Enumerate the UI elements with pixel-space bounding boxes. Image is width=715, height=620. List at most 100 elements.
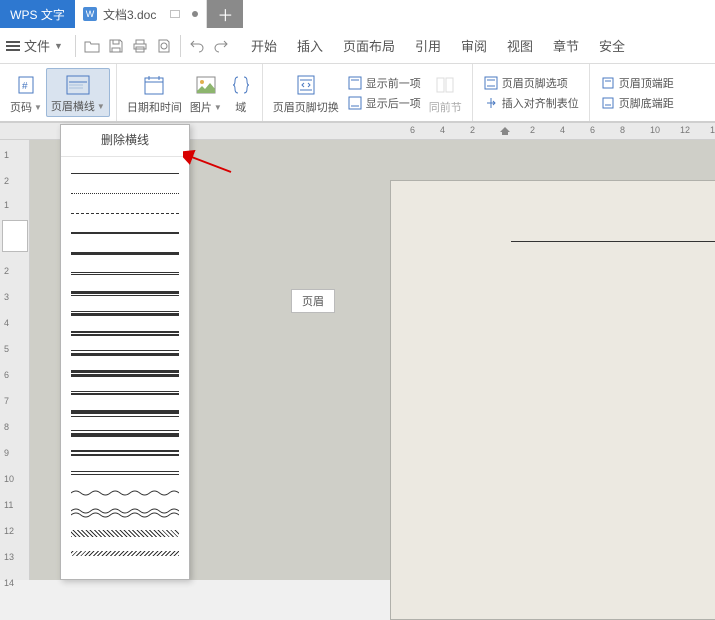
show-prev-label: 显示前一项 [366, 75, 421, 91]
ruler-number: 8 [4, 422, 9, 432]
hamburger-icon[interactable] [6, 41, 20, 51]
show-prev-icon [347, 75, 363, 91]
header-top-distance-button[interactable]: 页眉顶端距 [600, 75, 674, 91]
file-menu-caret-icon[interactable]: ▼ [54, 41, 63, 51]
dropdown-title[interactable]: 删除横线 [61, 125, 189, 157]
save-icon[interactable] [105, 35, 127, 57]
line-style-item[interactable] [71, 223, 179, 243]
indent-marker-icon[interactable] [500, 127, 510, 135]
footer-bottom-label: 页脚底端距 [619, 95, 674, 111]
header-line-icon [65, 71, 91, 98]
add-tab-area: ＋ [207, 0, 243, 28]
same-as-previous-button: 同前节 [425, 68, 466, 117]
line-style-item[interactable] [71, 343, 179, 363]
header-footer-options-label: 页眉页脚选项 [502, 75, 568, 91]
tab-start[interactable]: 开始 [251, 36, 277, 55]
print-preview-icon[interactable] [153, 35, 175, 57]
line-style-item[interactable] [71, 303, 179, 323]
line-style-item[interactable] [71, 323, 179, 343]
line-style-item[interactable] [71, 283, 179, 303]
show-prev-button[interactable]: 显示前一项 [347, 75, 421, 91]
tab-references[interactable]: 引用 [415, 36, 441, 55]
ruler-number: 2 [530, 125, 535, 135]
line-style-item[interactable] [71, 463, 179, 483]
field-label: 域 [235, 99, 246, 115]
line-style-item[interactable] [71, 363, 179, 383]
show-next-label: 显示后一项 [366, 95, 421, 111]
print-icon[interactable] [129, 35, 151, 57]
line-style-item[interactable] [71, 163, 179, 183]
ruler-marker-icon[interactable] [2, 220, 28, 252]
tab-review[interactable]: 审阅 [461, 36, 487, 55]
doc-icon: W [83, 7, 97, 21]
show-next-icon [347, 95, 363, 111]
picture-button[interactable]: 图片▼ [186, 68, 226, 117]
insert-align-tab-button[interactable]: 插入对齐制表位 [483, 95, 579, 111]
line-style-item[interactable] [71, 523, 179, 543]
header-line-button[interactable]: 页眉横线▼ [46, 68, 110, 117]
ruler-number: 11 [4, 500, 13, 510]
header-footer-options-button[interactable]: 页眉页脚选项 [483, 75, 579, 91]
options-icon [483, 75, 499, 91]
ruler-number: 2 [4, 176, 9, 186]
app-brand: WPS 文字 [0, 0, 75, 28]
tab-insert[interactable]: 插入 [297, 36, 323, 55]
line-style-item[interactable] [71, 243, 179, 263]
footer-bottom-distance-button[interactable]: 页脚底端距 [600, 95, 674, 111]
window-icon[interactable] [168, 7, 182, 21]
file-menu[interactable]: 文件 [24, 36, 50, 55]
show-next-button[interactable]: 显示后一项 [347, 95, 421, 111]
align-tab-icon [483, 95, 499, 111]
ruler-number: 4 [440, 125, 445, 135]
ruler-number: 4 [4, 318, 9, 328]
tab-page-layout[interactable]: 页面布局 [343, 36, 395, 55]
ruler-number: 13 [4, 552, 14, 562]
header-top-icon [600, 75, 616, 91]
add-tab-button[interactable]: ＋ [217, 2, 233, 26]
page[interactable]: 页眉 [390, 180, 715, 620]
tab-view[interactable]: 视图 [507, 36, 533, 55]
line-style-item[interactable] [71, 443, 179, 463]
line-style-item[interactable] [71, 203, 179, 223]
ruler-number: 2 [4, 266, 9, 276]
caret-down-icon: ▼ [34, 103, 42, 112]
ruler-number: 9 [4, 448, 9, 458]
ruler-number: 12 [680, 125, 690, 135]
field-button[interactable]: 域 [226, 68, 256, 117]
line-style-item[interactable] [71, 183, 179, 203]
line-style-item[interactable] [71, 543, 179, 563]
tab-security[interactable]: 安全 [599, 36, 625, 55]
line-style-item[interactable] [71, 423, 179, 443]
header-footer-switch-icon [295, 71, 317, 99]
header-line [511, 241, 715, 242]
svg-text:#: # [22, 81, 28, 92]
header-line-dropdown[interactable]: 删除横线 [60, 124, 190, 580]
vertical-ruler[interactable]: 1 2 1 2 3 4 5 6 7 8 9 10 11 12 13 14 [0, 140, 30, 580]
redo-icon[interactable] [210, 35, 232, 57]
ruler-number: 1 [4, 200, 9, 210]
line-style-item[interactable] [71, 383, 179, 403]
line-style-item[interactable] [71, 403, 179, 423]
ruler-number: 8 [620, 125, 625, 135]
header-footer-switch-button[interactable]: 页眉页脚切换 [269, 68, 343, 117]
line-style-item[interactable] [71, 263, 179, 283]
date-time-label: 日期和时间 [127, 99, 182, 115]
date-time-button[interactable]: 日期和时间 [123, 68, 186, 117]
tab-chapter[interactable]: 章节 [553, 36, 579, 55]
line-style-item[interactable] [71, 483, 179, 503]
header-line-label: 页眉横线 [51, 98, 95, 114]
show-prev-next-stack: 显示前一项 显示后一项 [343, 68, 425, 117]
insert-align-tab-label: 插入对齐制表位 [502, 95, 579, 111]
same-as-previous-label: 同前节 [429, 99, 462, 115]
ribbon-group: # 页码▼ 页眉横线▼ [0, 64, 117, 121]
ribbon: # 页码▼ 页眉横线▼ 日期和时间 图片▼ 域 页眉页脚切换 显示 [0, 64, 715, 122]
ruler-number: 6 [590, 125, 595, 135]
ruler-number: 2 [470, 125, 475, 135]
line-style-item[interactable] [71, 503, 179, 523]
document-tab[interactable]: W 文档3.doc [75, 0, 207, 28]
picture-label: 图片 [190, 99, 212, 115]
field-icon [233, 71, 249, 99]
page-number-button[interactable]: # 页码▼ [6, 68, 46, 117]
undo-icon[interactable] [186, 35, 208, 57]
open-icon[interactable] [81, 35, 103, 57]
